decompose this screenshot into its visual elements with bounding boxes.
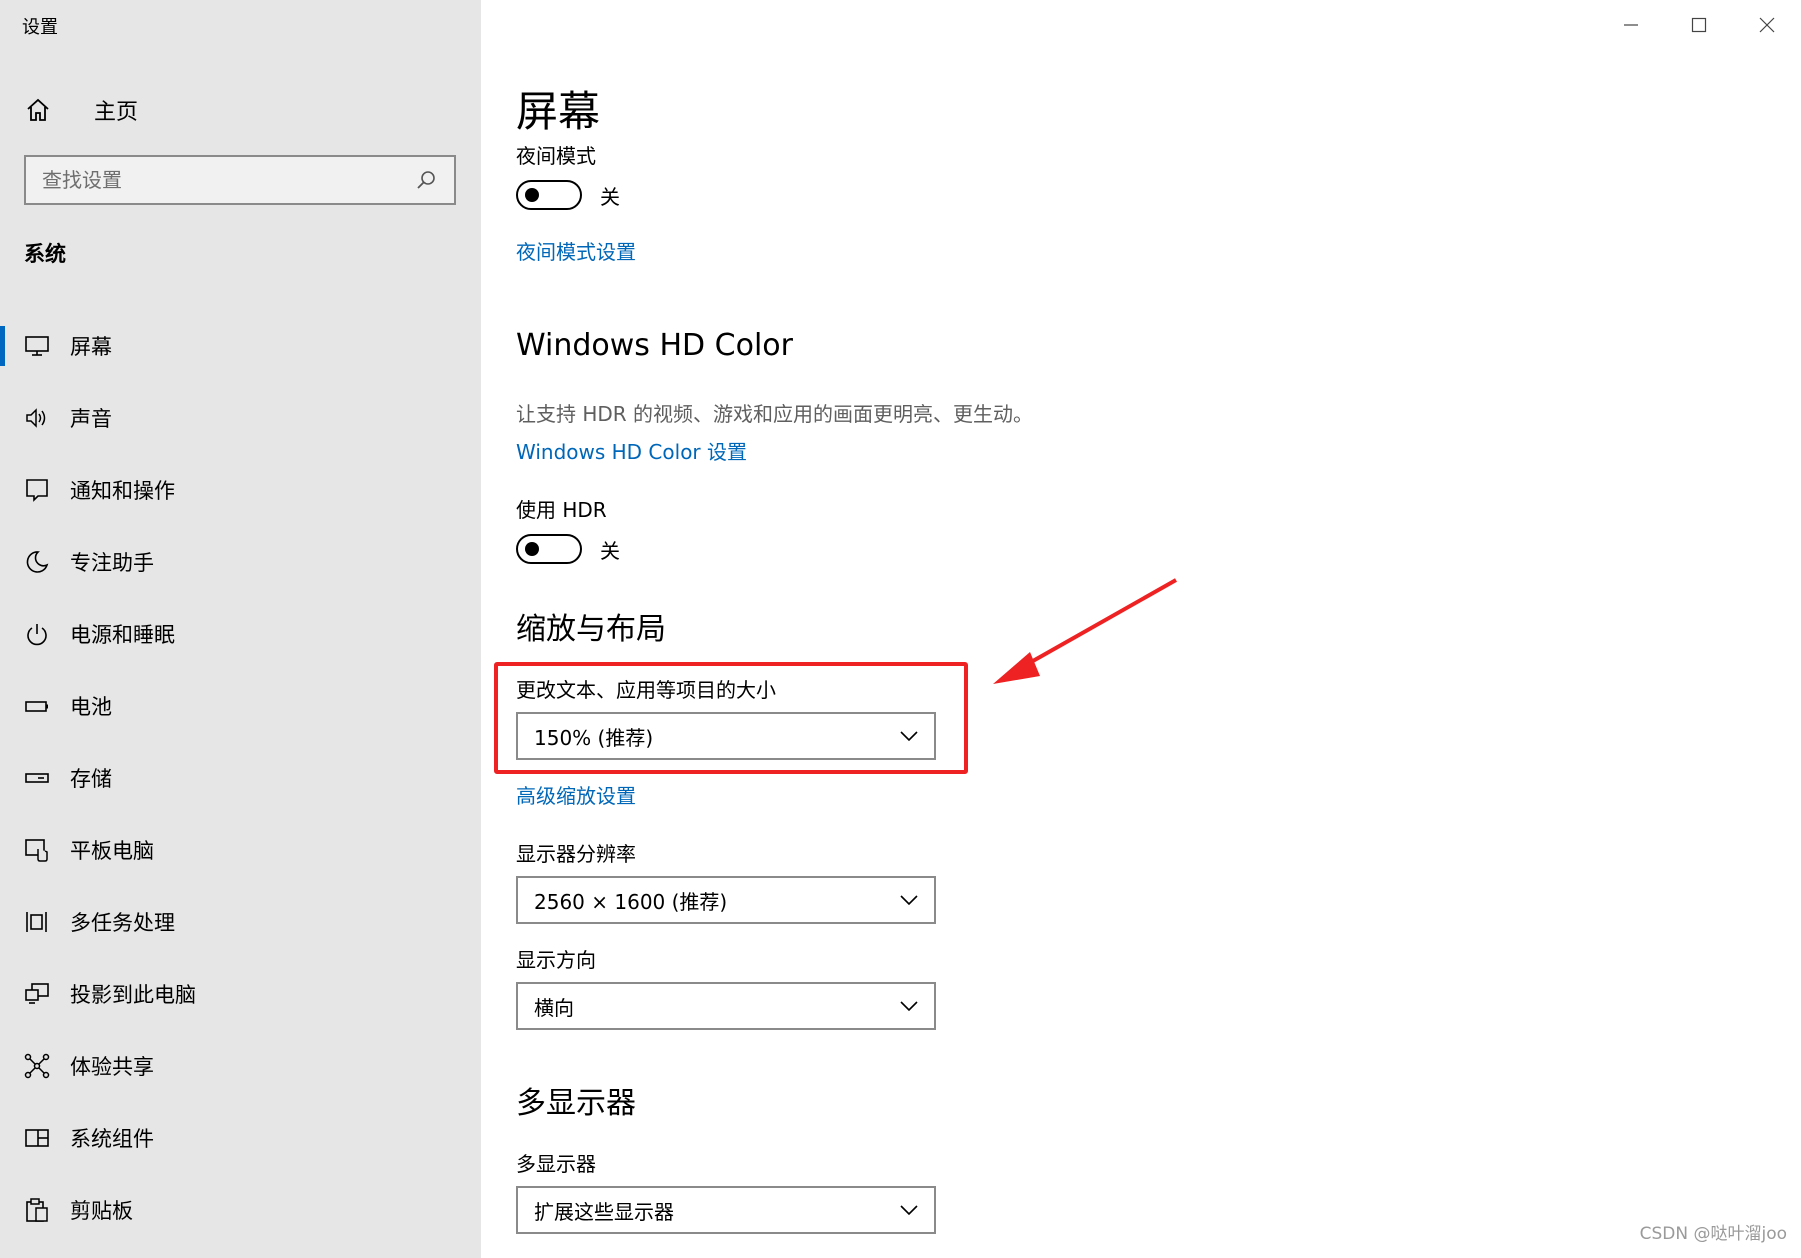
share-icon: [24, 1053, 50, 1079]
home-nav-item[interactable]: 主页: [22, 92, 138, 128]
home-icon: [22, 94, 54, 126]
sidebar-item-screen[interactable]: 屏幕: [0, 310, 481, 382]
hdr-label: 使用 HDR: [516, 498, 607, 522]
resolution-label: 显示器分辨率: [516, 842, 636, 866]
sidebar-item-shared-experiences[interactable]: 体验共享: [0, 1030, 481, 1102]
night-mode-state: 关: [600, 184, 620, 209]
night-mode-settings-link[interactable]: 夜间模式设置: [516, 236, 636, 265]
orientation-dropdown[interactable]: 横向: [516, 982, 936, 1030]
notification-icon: [24, 477, 50, 503]
annotation-highlight-box: [494, 662, 968, 774]
sidebar-item-clipboard[interactable]: 剪贴板: [0, 1174, 481, 1246]
project-icon: [24, 981, 50, 1007]
sidebar-item-storage[interactable]: 存储: [0, 742, 481, 814]
advanced-scaling-link[interactable]: 高级缩放设置: [516, 780, 636, 809]
sidebar-item-notifications[interactable]: 通知和操作: [0, 454, 481, 526]
sidebar-item-label: 体验共享: [70, 1055, 154, 1079]
sidebar-item-label: 通知和操作: [70, 479, 175, 503]
toggle-knob: [525, 542, 539, 556]
section-label: 系统: [24, 242, 66, 266]
hd-color-settings-link[interactable]: Windows HD Color 设置: [516, 436, 747, 465]
night-mode-toggle-row: 关: [516, 180, 620, 210]
monitor-icon: [24, 333, 50, 359]
sidebar-item-label: 声音: [70, 407, 112, 431]
night-mode-label: 夜间模式: [516, 144, 596, 168]
hd-color-title: Windows HD Color: [516, 328, 793, 363]
nav-list: 屏幕 声音 通知和操作 专注助手 电源和睡眠 电池 存储 平板电脑 多任务处理 …: [0, 310, 481, 1246]
hdr-toggle-row: 关: [516, 534, 620, 564]
sidebar-item-power-sleep[interactable]: 电源和睡眠: [0, 598, 481, 670]
scale-layout-title: 缩放与布局: [516, 612, 666, 647]
sidebar-item-label: 平板电脑: [70, 839, 154, 863]
hd-color-description: 让支持 HDR 的视频、游戏和应用的画面更明亮、更生动。: [516, 402, 1034, 426]
orientation-label: 显示方向: [516, 948, 596, 972]
sidebar-item-system-components[interactable]: 系统组件: [0, 1102, 481, 1174]
multi-display-label: 多显示器: [516, 1152, 596, 1176]
sidebar-item-label: 剪贴板: [70, 1199, 133, 1223]
multitask-icon: [24, 909, 50, 935]
moon-icon: [24, 549, 50, 575]
sidebar-item-multitasking[interactable]: 多任务处理: [0, 886, 481, 958]
search-box[interactable]: [24, 155, 456, 205]
sidebar-item-battery[interactable]: 电池: [0, 670, 481, 742]
multi-display-title: 多显示器: [516, 1086, 636, 1121]
page-title: 屏幕: [516, 87, 601, 136]
chevron-down-icon: [898, 995, 920, 1017]
tablet-icon: [24, 837, 50, 863]
sidebar-item-label: 投影到此电脑: [70, 983, 196, 1007]
dropdown-value: 扩展这些显示器: [534, 1199, 674, 1224]
sidebar-item-tablet[interactable]: 平板电脑: [0, 814, 481, 886]
toggle-knob: [525, 188, 539, 202]
sidebar-item-label: 系统组件: [70, 1127, 154, 1151]
sidebar-item-label: 电池: [70, 695, 112, 719]
chevron-down-icon: [898, 1199, 920, 1221]
main-content: 屏幕 夜间模式 关 夜间模式设置 Windows HD Color 让支持 HD…: [516, 0, 1801, 1258]
sidebar-item-sound[interactable]: 声音: [0, 382, 481, 454]
sidebar-item-focus-assist[interactable]: 专注助手: [0, 526, 481, 598]
components-icon: [24, 1125, 50, 1151]
home-label: 主页: [94, 100, 139, 125]
power-icon: [24, 621, 50, 647]
resolution-dropdown[interactable]: 2560 × 1600 (推荐): [516, 876, 936, 924]
selected-indicator: [0, 326, 5, 366]
sidebar-item-label: 专注助手: [70, 551, 154, 575]
dropdown-value: 2560 × 1600 (推荐): [534, 889, 728, 914]
app-title: 设置: [22, 17, 58, 38]
dropdown-value: 横向: [534, 995, 574, 1020]
sidebar-item-label: 多任务处理: [70, 911, 175, 935]
battery-icon: [24, 693, 50, 719]
watermark: CSDN @哒叶溜joo: [1639, 1224, 1787, 1244]
sidebar-item-label: 屏幕: [70, 335, 112, 359]
hdr-toggle[interactable]: [516, 534, 582, 564]
settings-window: 设置 主页 系统 屏幕: [0, 0, 1801, 1258]
chevron-down-icon: [898, 889, 920, 911]
clipboard-icon: [24, 1197, 50, 1223]
storage-icon: [24, 765, 50, 791]
sidebar: 设置 主页 系统 屏幕: [0, 0, 481, 1258]
hdr-state: 关: [600, 538, 620, 563]
multi-display-dropdown[interactable]: 扩展这些显示器: [516, 1186, 936, 1234]
sidebar-item-label: 电源和睡眠: [70, 623, 175, 647]
sidebar-item-project[interactable]: 投影到此电脑: [0, 958, 481, 1030]
search-input[interactable]: [42, 168, 414, 192]
speaker-icon: [24, 405, 50, 431]
sidebar-item-label: 存储: [70, 767, 112, 791]
night-mode-toggle[interactable]: [516, 180, 582, 210]
search-icon[interactable]: [414, 168, 438, 192]
